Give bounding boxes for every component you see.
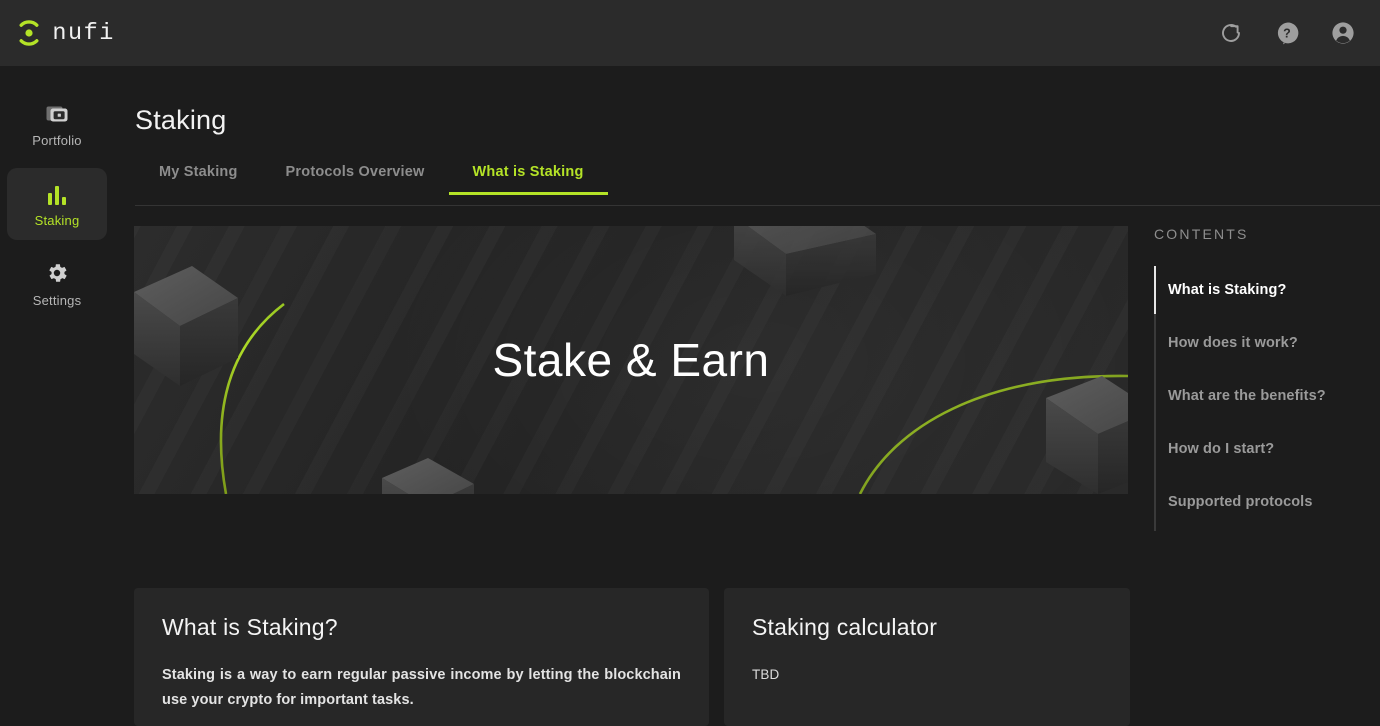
wallet-icon: [44, 101, 70, 125]
bar-chart-icon: [44, 181, 70, 205]
main-content: Staking My Staking Protocols Overview Wh…: [114, 66, 1380, 726]
help-icon[interactable]: ?: [1274, 20, 1300, 46]
account-icon[interactable]: [1330, 20, 1356, 46]
card-body: TBD: [752, 667, 780, 682]
info-cards: What is Staking? Staking is a way to ear…: [134, 588, 1130, 726]
sidebar-item-portfolio[interactable]: Portfolio: [7, 88, 107, 160]
tab-my-staking[interactable]: My Staking: [135, 164, 262, 194]
sidebar-item-settings[interactable]: Settings: [7, 248, 107, 320]
sidebar-nav: Portfolio Staking Settings: [0, 66, 114, 660]
gear-icon: [44, 261, 70, 285]
brand-logo[interactable]: nufi: [16, 20, 114, 46]
toc-item-what-is-staking[interactable]: What is Staking?: [1168, 266, 1380, 319]
tab-what-is-staking[interactable]: What is Staking: [448, 164, 608, 195]
toc-item-what-are-the-benefits[interactable]: What are the benefits?: [1168, 372, 1380, 425]
toc-item-how-do-i-start[interactable]: How do I start?: [1168, 425, 1380, 478]
tab-bar: My Staking Protocols Overview What is St…: [135, 164, 1380, 206]
hero-title: Stake & Earn: [492, 334, 770, 386]
refresh-icon[interactable]: [1218, 20, 1244, 46]
page-title: Staking: [135, 105, 227, 135]
card-what-is-staking: What is Staking? Staking is a way to ear…: [134, 588, 709, 726]
brand-wordmark: nufi: [52, 20, 115, 46]
header-actions: ?: [1218, 20, 1356, 46]
card-staking-calculator: Staking calculator TBD: [724, 588, 1130, 726]
sidebar-item-label: Settings: [32, 292, 82, 308]
nufi-logo-icon: [16, 20, 42, 46]
card-body: Staking is a way to earn regular passive…: [162, 667, 681, 709]
sidebar-item-label: Portfolio: [32, 132, 82, 148]
card-title: Staking calculator: [752, 614, 938, 640]
sidebar-item-staking[interactable]: Staking: [7, 168, 107, 240]
contents-panel: CONTENTS What is Staking? How does it wo…: [1154, 226, 1380, 531]
tab-protocols-overview[interactable]: Protocols Overview: [262, 164, 449, 194]
contents-active-indicator: [1154, 266, 1156, 314]
article-column: Stake & Earn: [134, 226, 1130, 494]
contents-list: What is Staking? How does it work? What …: [1154, 266, 1380, 531]
sidebar-item-label: Staking: [34, 212, 80, 228]
hero-banner: Stake & Earn: [134, 226, 1128, 494]
contents-heading: CONTENTS: [1154, 226, 1249, 242]
toc-item-supported-protocols[interactable]: Supported protocols: [1168, 478, 1380, 531]
app-header: nufi ?: [0, 0, 1380, 66]
toc-item-how-does-it-work[interactable]: How does it work?: [1168, 319, 1380, 372]
svg-text:?: ?: [1283, 27, 1291, 41]
card-title: What is Staking?: [162, 614, 338, 640]
